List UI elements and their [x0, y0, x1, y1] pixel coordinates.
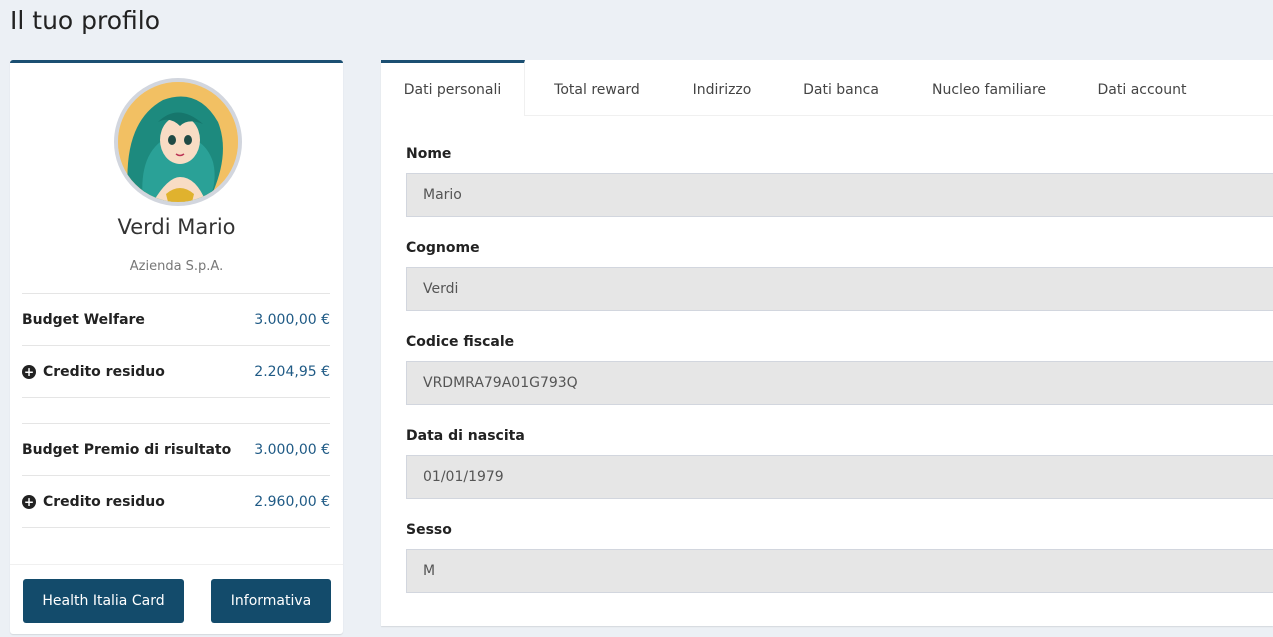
plus-circle-icon[interactable]: + [22, 364, 36, 379]
divider [22, 397, 330, 398]
budget-label: Budget Welfare [22, 311, 145, 328]
budget-value: 3.000,00 € [254, 441, 330, 458]
data-nascita-label: Data di nascita [406, 428, 525, 444]
tab-bar: Dati personali Total reward Indirizzo Da… [381, 60, 1273, 116]
nome-label: Nome [406, 146, 452, 162]
health-italia-card-button[interactable]: Health Italia Card [23, 579, 184, 623]
sesso-field[interactable]: M [406, 549, 1273, 593]
avatar[interactable] [114, 78, 242, 206]
credito-label: Credito residuo [43, 493, 165, 510]
credito-residuo-premio-row[interactable]: + Credito residuo 2.960,00 € [22, 475, 330, 527]
tab-dati-personali[interactable]: Dati personali [381, 60, 525, 116]
informativa-button[interactable]: Informativa [211, 579, 331, 623]
budget-label: Budget Premio di risultato [22, 441, 232, 458]
tab-total-reward[interactable]: Total reward [533, 60, 661, 116]
codice-fiscale-label: Codice fiscale [406, 334, 515, 350]
nome-field[interactable]: Mario [406, 173, 1273, 217]
budget-value: 3.000,00 € [254, 311, 330, 328]
codice-fiscale-field[interactable]: VRDMRA79A01G793Q [406, 361, 1273, 405]
tab-nucleo-familiare[interactable]: Nucleo familiare [909, 60, 1069, 116]
divider [22, 527, 330, 528]
credito-residuo-welfare-row[interactable]: + Credito residuo 2.204,95 € [22, 345, 330, 397]
profile-company: Azienda S.p.A. [129, 259, 224, 274]
credito-value: 2.204,95 € [254, 363, 330, 380]
profile-name: Verdi Mario [117, 215, 236, 239]
sesso-label: Sesso [406, 522, 452, 538]
credito-label: Credito residuo [43, 363, 165, 380]
avatar-image [118, 82, 238, 202]
profile-footer: Health Italia Card Informativa [10, 564, 343, 634]
tab-panel: Dati personali Total reward Indirizzo Da… [381, 60, 1273, 626]
budget-premio-row: Budget Premio di risultato 3.000,00 € [22, 423, 330, 475]
profile-box: Verdi Mario Azienda S.p.A. Budget Welfar… [10, 60, 343, 634]
tab-dati-banca[interactable]: Dati banca [785, 60, 897, 116]
tab-indirizzo[interactable]: Indirizzo [671, 60, 773, 116]
plus-circle-icon[interactable]: + [22, 494, 36, 509]
page-title: Il tuo profilo [10, 6, 161, 35]
data-nascita-field[interactable]: 01/01/1979 [406, 455, 1273, 499]
budget-welfare-row: Budget Welfare 3.000,00 € [22, 293, 330, 345]
tab-dati-account[interactable]: Dati account [1081, 60, 1203, 116]
cognome-label: Cognome [406, 240, 480, 256]
cognome-field[interactable]: Verdi [406, 267, 1273, 311]
credito-value: 2.960,00 € [254, 493, 330, 510]
